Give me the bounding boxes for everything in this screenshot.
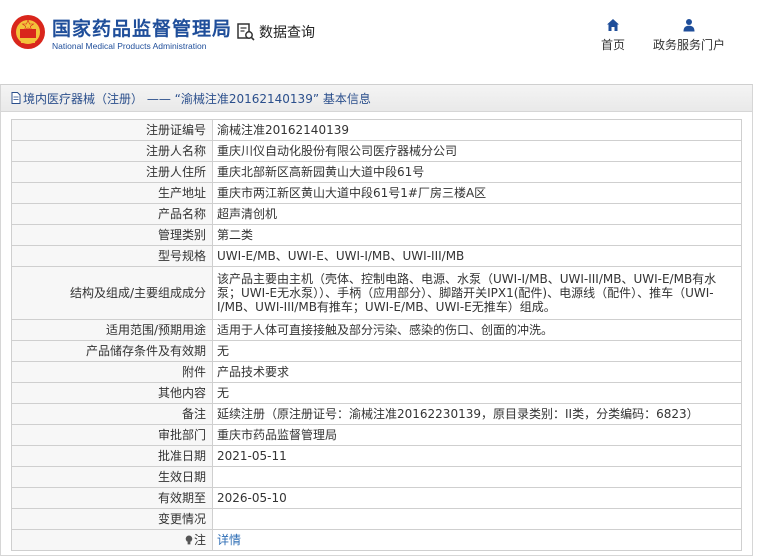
data-query-link[interactable]: 数据查询 [236,22,315,42]
field-label: 产品储存条件及有效期 [11,340,213,362]
field-label: 生效日期 [11,466,213,488]
table-row: 适用范围/预期用途 适用于人体可直接接触及部分污染、感染的伤口、创面的冲洗。 [11,319,742,341]
field-value [212,508,742,530]
nav-home[interactable]: 首页 [600,18,626,53]
table-row: 其他内容无 [11,382,742,404]
site-name-cn: 国家药品监督管理局 [52,18,233,40]
field-label: 结构及组成/主要组成成分 [11,266,213,320]
field-value: 2026-05-10 [212,487,742,509]
table-row: 注册证编号 渝械注准20162140139 [11,119,742,141]
nav-portal-label: 政务服务门户 [652,38,725,52]
data-query-label: 数据查询 [259,25,315,41]
field-value [212,466,742,488]
device-info-table: 注册证编号 渝械注准20162140139 注册人名称 重庆川仪自动化股份有限公司医疗… [11,119,742,551]
field-value: 渝械注准20162140139 [212,119,742,141]
note-label-cell: 注 [11,529,213,551]
note-value-cell: 详情 [212,529,742,551]
field-label: 其他内容 [11,382,213,404]
field-label: 产品名称 [11,203,213,225]
field-value: 超声清创机 [212,203,742,225]
nav-service-portal[interactable]: 政务服务门户 [652,18,726,53]
field-label: 审批部门 [11,424,213,446]
field-value: 延续注册（原注册证号：渝械注准20162230139，原目录类别：II类，分类编… [212,403,742,425]
home-icon [607,19,619,31]
table-row: 产品名称 超声清创机 [11,203,742,225]
document-search-icon [237,23,255,41]
field-label: 附件 [11,361,213,383]
field-value: 重庆市药品监督管理局 [212,424,742,446]
field-label: 有效期至 [11,487,213,509]
table-row: 管理类别 第二类 [11,224,742,246]
table-row-note: 注详情 [11,529,742,551]
field-value: 无 [212,340,742,362]
table-row: 型号规格 UWI-E/MB、UWI-E、UWI-I/MB、UWI-III/MB [11,245,742,267]
field-label: 适用范围/预期用途 [11,319,213,341]
table-row: 结构及组成/主要组成成分 该产品主要由主机（壳体、控制电路、电源、水泵（UWI-I… [11,266,742,320]
field-value: 适用于人体可直接接触及部分污染、感染的伤口、创面的冲洗。 [212,319,742,341]
table-row: 变更情况 [11,508,742,530]
field-value: 该产品主要由主机（壳体、控制电路、电源、水泵（UWI-I/MB、UWI-III/… [212,266,742,320]
document-icon [11,92,21,104]
nav-home-label: 首页 [600,38,625,52]
table-row: 生产地址 重庆市两江新区黄山大道中段61号1#厂房三楼A区 [11,182,742,204]
panel-title: 境内医疗器械（注册） —— “渝械注准20162140139” 基本信息 [23,91,371,106]
details-link[interactable]: 详情 [217,533,241,547]
note-bulb-icon [185,535,193,545]
table-row: 注册人住所 重庆北部新区高新园黄山大道中段61号 [11,161,742,183]
field-value: 重庆市两江新区黄山大道中段61号1#厂房三楼A区 [212,182,742,204]
note-label: 注 [193,533,206,547]
field-label: 备注 [11,403,213,425]
table-row: 有效期至 2026-05-10 [11,487,742,509]
field-value: 无 [212,382,742,404]
field-value: 产品技术要求 [212,361,742,383]
field-value: 第二类 [212,224,742,246]
field-label: 注册人住所 [11,161,213,183]
field-label: 注册证编号 [11,119,213,141]
table-row: 审批部门 重庆市药品监督管理局 [11,424,742,446]
user-icon [683,19,695,32]
field-label: 型号规格 [11,245,213,267]
table-row: 批准日期 2021-05-11 [11,445,742,467]
field-label: 批准日期 [11,445,213,467]
field-value: 重庆川仪自动化股份有限公司医疗器械分公司 [212,140,742,162]
field-value: UWI-E/MB、UWI-E、UWI-I/MB、UWI-III/MB [212,245,742,267]
site-name-en: National Medical Products Administration [52,41,207,51]
panel-header: 境内医疗器械（注册） —— “渝械注准20162140139” 基本信息 [1,85,752,112]
field-label: 生产地址 [11,182,213,204]
table-row: 产品储存条件及有效期无 [11,340,742,362]
table-row: 备注 延续注册（原注册证号：渝械注准20162230139，原目录类别：II类，分… [11,403,742,425]
table-row: 附件 产品技术要求 [11,361,742,383]
field-value: 重庆北部新区高新园黄山大道中段61号 [212,161,742,183]
site-header: 国家药品监督管理局 National Medical Products Admi… [0,0,761,74]
field-label: 变更情况 [11,508,213,530]
device-info-panel: 境内医疗器械（注册） —— “渝械注准20162140139” 基本信息 注册证… [0,84,753,556]
field-value: 2021-05-11 [212,445,742,467]
table-row: 生效日期 [11,466,742,488]
national-emblem-icon [11,15,45,49]
field-label: 注册人名称 [11,140,213,162]
field-label: 管理类别 [11,224,213,246]
table-row: 注册人名称 重庆川仪自动化股份有限公司医疗器械分公司 [11,140,742,162]
